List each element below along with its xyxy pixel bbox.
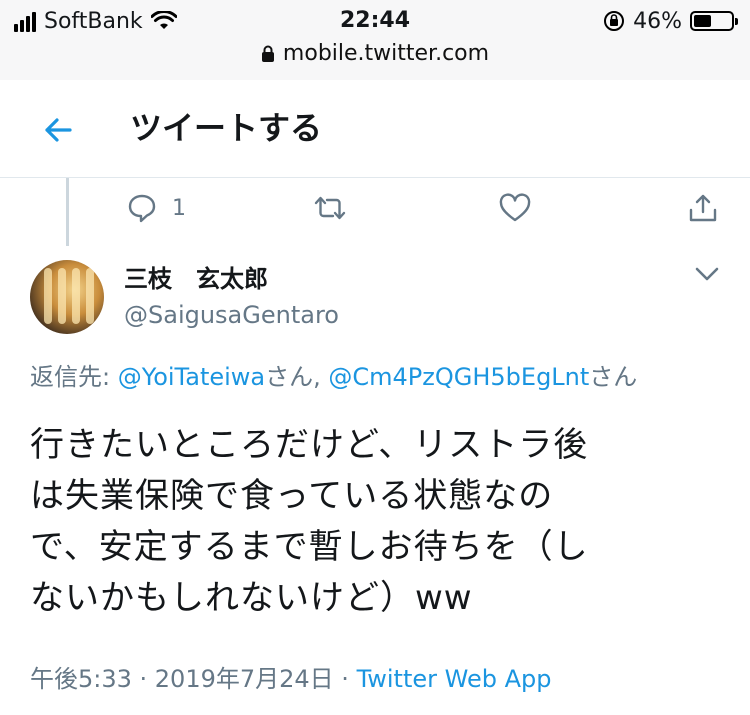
retweet-button[interactable]: [312, 188, 348, 228]
orientation-lock-icon: [604, 11, 625, 31]
heart-icon: [499, 193, 531, 222]
tweet-text-line: は失業保険で食っている状態なの: [30, 476, 554, 516]
address-bar[interactable]: mobile.twitter.com: [0, 38, 750, 70]
tweet-metadata: 午後5:33 · 2019年7月24日 · Twitter Web App: [30, 662, 551, 696]
tweet-text: 行きたいところだけど、リストラ後 は失業保険で食っている状態なの で、安定するま…: [30, 420, 730, 624]
url-text: mobile.twitter.com: [282, 41, 490, 66]
page-title: ツイートする: [130, 109, 323, 147]
author-handle[interactable]: @SaigusaGentaro: [124, 298, 339, 332]
mention-link[interactable]: @YoiTateiwa: [118, 363, 265, 391]
reply-context: 返信先: @YoiTateiwaさん, @Cm4PzQGH5bEgLntさん: [30, 360, 637, 394]
battery-icon: [690, 11, 738, 31]
battery-percent: 46%: [633, 8, 682, 34]
retweet-icon: [314, 196, 346, 220]
arrow-left-icon[interactable]: [38, 110, 78, 150]
author-name[interactable]: 三枝 玄太郎: [124, 262, 268, 296]
browser-status-bar: SoftBank 22:44 46% mobile.twitter.com: [0, 0, 750, 80]
like-button[interactable]: [498, 188, 532, 228]
reply-prefix: 返信先:: [30, 363, 118, 391]
tweet-text-line: 行きたいところだけど、リストラ後: [30, 425, 589, 465]
source-link[interactable]: Twitter Web App: [357, 665, 552, 693]
honorific: さん: [265, 363, 314, 391]
reply-count: 1: [172, 195, 186, 221]
tweet-text-line: ないかもしれないけど）ww: [30, 578, 473, 618]
reply-button[interactable]: 1: [126, 188, 186, 228]
battery-indicator: 46%: [603, 6, 738, 36]
page-header: ツイートする: [0, 80, 750, 178]
comment-icon: [128, 194, 156, 223]
avatar[interactable]: [30, 260, 104, 334]
share-button[interactable]: [686, 188, 720, 228]
mention-link[interactable]: @Cm4PzQGH5bEgLnt: [328, 363, 589, 391]
chevron-down-icon[interactable]: [692, 262, 722, 286]
honorific: さん: [589, 363, 638, 391]
timestamp[interactable]: 午後5:33 · 2019年7月24日 ·: [30, 665, 357, 693]
lock-icon: [261, 45, 274, 62]
tweet-text-line: で、安定するまで暫しお待ちを（し: [30, 527, 589, 567]
reply-separator: ,: [313, 363, 329, 391]
previous-tweet-actions: 1: [0, 188, 750, 228]
share-icon: [689, 194, 717, 222]
